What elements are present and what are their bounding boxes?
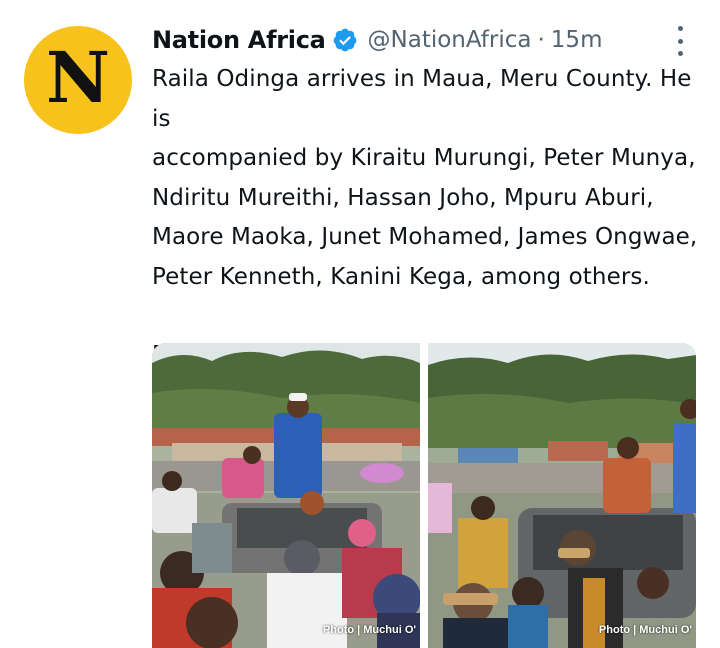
- tweet[interactable]: N Nation Africa @NationAfrica · 15m Rail…: [0, 0, 720, 648]
- media-grid: Photo | Muchui O' Photo | Muchui O': [152, 343, 696, 648]
- tweet-text-line: Raila Odinga arrives in Maua, Meru Count…: [152, 66, 692, 132]
- verified-badge-icon: [333, 28, 356, 52]
- avatar-logo-letter: N: [46, 36, 110, 119]
- crowd-photo-image: [152, 343, 420, 648]
- more-dot: [677, 51, 683, 56]
- tweet-text-line: Peter Kenneth, Kanini Kega, among others…: [152, 263, 650, 290]
- tweet-photo-1[interactable]: Photo | Muchui O': [152, 343, 420, 648]
- tweet-timestamp[interactable]: 15m: [551, 27, 603, 53]
- tweet-text-line: Maore Maoka, Junet Mohamed, James Ongwae…: [152, 224, 698, 250]
- tweet-text: Raila Odinga arrives in Maua, Meru Count…: [152, 60, 712, 376]
- author-handle[interactable]: @NationAfrica: [368, 27, 532, 53]
- more-dot: [677, 38, 683, 44]
- header-separator: ·: [537, 27, 545, 53]
- tweet-text-line: Ndiritu Mureithi, Hassan Joho, Mpuru Abu…: [152, 184, 654, 211]
- tweet-photo-2[interactable]: Photo | Muchui O': [428, 343, 696, 648]
- author-display-name[interactable]: Nation Africa: [152, 26, 326, 54]
- crowd-photo-image: [428, 343, 696, 648]
- more-options-icon[interactable]: [672, 26, 688, 56]
- tweet-header: Nation Africa @NationAfrica · 15m: [152, 22, 660, 58]
- tweet-text-line: accompanied by Kiraitu Murungi, Peter Mu…: [152, 145, 696, 171]
- more-dot: [677, 26, 683, 31]
- photo-watermark: Photo | Muchui O': [322, 624, 416, 636]
- avatar[interactable]: N: [24, 26, 132, 134]
- photo-watermark: Photo | Muchui O': [598, 624, 692, 636]
